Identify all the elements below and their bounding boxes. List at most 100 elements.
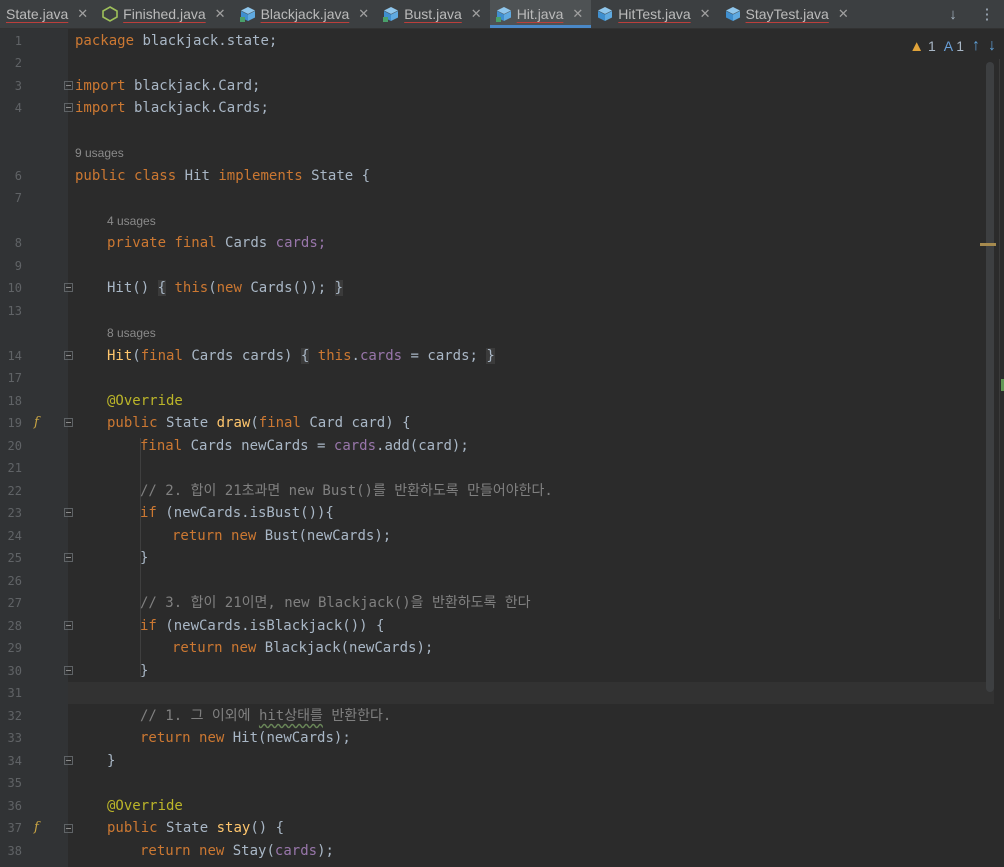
line-number[interactable]: 17 (0, 367, 22, 389)
vertical-scrollbar[interactable] (986, 62, 994, 692)
close-icon[interactable]: ✕ (700, 6, 711, 22)
code-line-19: public State draw(final Card card) { (107, 415, 411, 431)
close-icon[interactable]: ✕ (358, 6, 369, 22)
fold-marker[interactable] (64, 103, 73, 112)
code-line-28: if (newCards.isBlackjack()) { (140, 618, 385, 634)
line-number[interactable]: 20 (0, 435, 22, 457)
line-number[interactable]: 32 (0, 705, 22, 727)
close-icon[interactable]: ✕ (572, 6, 583, 22)
line-number[interactable]: 33 (0, 727, 22, 749)
fold-marker[interactable] (64, 666, 73, 675)
line-number[interactable]: 38 (0, 840, 22, 862)
code-line-23: if (newCards.isBust()){ (140, 505, 334, 521)
line-number[interactable]: 21 (0, 457, 22, 479)
fold-marker[interactable] (64, 508, 73, 517)
tab-hittest-java[interactable]: HitTest.java ✕ (591, 0, 718, 28)
code-line-29: return new Blackjack(newCards); (172, 640, 434, 656)
line-number[interactable]: 1 (0, 30, 22, 52)
code-line-6: public class Hit implements State { (75, 168, 371, 184)
line-number[interactable]: 37 (0, 817, 22, 839)
line-number[interactable]: 19 (0, 412, 22, 434)
typo-count: 1 (956, 38, 964, 54)
code-line-24: return new Bust(newCards); (172, 528, 392, 544)
line-number[interactable]: 6 (0, 165, 22, 187)
error-stripe (999, 59, 1004, 619)
usages-hint[interactable]: 9 usages (75, 142, 124, 164)
line-number[interactable]: 2 (0, 52, 22, 74)
fold-marker[interactable] (64, 553, 73, 562)
line-number[interactable]: 24 (0, 525, 22, 547)
tab-finished-java[interactable]: Finished.java ✕ (96, 0, 233, 28)
tab-spacer (857, 0, 936, 28)
tab-staytest-java[interactable]: StayTest.java ✕ (719, 0, 857, 28)
fold-marker[interactable] (64, 824, 73, 833)
tab-label: StayTest.java (745, 6, 829, 22)
close-icon[interactable]: ✕ (77, 6, 88, 22)
line-number[interactable]: 8 (0, 232, 22, 254)
close-icon[interactable]: ✕ (838, 6, 849, 22)
fold-marker[interactable] (64, 351, 73, 360)
tab-label: Bust.java (404, 6, 462, 22)
code-line-1: package blackjack.state; (75, 33, 278, 49)
tab-label: Blackjack.java (260, 6, 350, 22)
line-number[interactable]: 29 (0, 637, 22, 659)
fold-marker[interactable] (64, 621, 73, 630)
warning-stripe-marker[interactable] (980, 243, 996, 246)
arrow-down-icon: ↓ (949, 5, 957, 23)
editor-tab-bar: State.java ✕ Finished.java ✕ Blackjack.j… (0, 0, 1004, 29)
usages-hint[interactable]: 4 usages (107, 210, 156, 232)
implements-method-icon[interactable]: f (34, 817, 39, 839)
tab-state-java[interactable]: State.java ✕ (0, 0, 96, 28)
tab-label: State.java (6, 6, 69, 22)
line-number[interactable]: 36 (0, 795, 22, 817)
previous-highlighted-error-button[interactable]: ↑ (972, 37, 980, 55)
inspection-widget[interactable]: ▲ 1 A 1 ↑ ↓ (909, 37, 996, 55)
line-number[interactable]: 22 (0, 480, 22, 502)
line-number[interactable]: 31 (0, 682, 22, 704)
implements-method-icon[interactable]: f (34, 412, 39, 434)
line-number[interactable]: 28 (0, 615, 22, 637)
line-number[interactable]: 27 (0, 592, 22, 614)
code-editor[interactable]: 1 2 3 4 6 7 8 9 10 13 14 17 18 19 20 21 22 23 24 25 26 27 28 29… (0, 29, 1004, 867)
line-number[interactable]: 18 (0, 390, 22, 412)
line-number[interactable]: 13 (0, 300, 22, 322)
next-highlighted-error-button[interactable]: ↓ (988, 37, 996, 55)
line-number[interactable]: 10 (0, 277, 22, 299)
typo-icon: A (943, 38, 953, 54)
class-icon (239, 7, 255, 22)
more-vertical-icon: ⋮ (979, 6, 995, 23)
line-number[interactable]: 25 (0, 547, 22, 569)
tab-label: Finished.java (123, 6, 206, 22)
tab-hit-java[interactable]: Hit.java ✕ (489, 0, 592, 28)
code-line-36: @Override (107, 798, 183, 814)
code-line-3: import blackjack.Card; (75, 78, 261, 94)
tab-blackjack-java[interactable]: Blackjack.java ✕ (234, 0, 378, 28)
fold-marker[interactable] (64, 418, 73, 427)
line-number[interactable]: 23 (0, 502, 22, 524)
line-number[interactable]: 14 (0, 345, 22, 367)
fold-marker[interactable] (64, 756, 73, 765)
line-number[interactable]: 30 (0, 660, 22, 682)
line-number[interactable]: 26 (0, 570, 22, 592)
show-hidden-tabs-button[interactable]: ↓ (936, 0, 970, 28)
abstract-class-icon (102, 6, 118, 22)
line-number[interactable]: 7 (0, 187, 22, 209)
usages-hint[interactable]: 8 usages (107, 322, 156, 344)
more-options-button[interactable]: ⋮ (970, 0, 1004, 28)
line-number[interactable]: 9 (0, 255, 22, 277)
code-line-27: // 3. 합이 21이면, new Blackjack()을 반환하도록 한다 (140, 595, 531, 611)
line-number[interactable]: 3 (0, 75, 22, 97)
fold-marker[interactable] (64, 283, 73, 292)
fold-marker[interactable] (64, 81, 73, 90)
line-number[interactable]: 35 (0, 772, 22, 794)
code-line-32: // 1. 그 이외에 hit상태를 반환한다. (140, 708, 392, 724)
tab-bust-java[interactable]: Bust.java ✕ (377, 0, 490, 28)
close-icon[interactable]: ✕ (471, 6, 482, 22)
line-number[interactable]: 4 (0, 97, 22, 119)
typos-indicator[interactable]: A 1 (944, 38, 964, 54)
code-line-18: @Override (107, 393, 183, 409)
close-icon[interactable]: ✕ (215, 6, 226, 22)
warnings-indicator[interactable]: ▲ 1 (909, 38, 936, 55)
code-line-14: Hit(final Cards cards) { this.cards = ca… (107, 348, 495, 364)
line-number[interactable]: 34 (0, 750, 22, 772)
